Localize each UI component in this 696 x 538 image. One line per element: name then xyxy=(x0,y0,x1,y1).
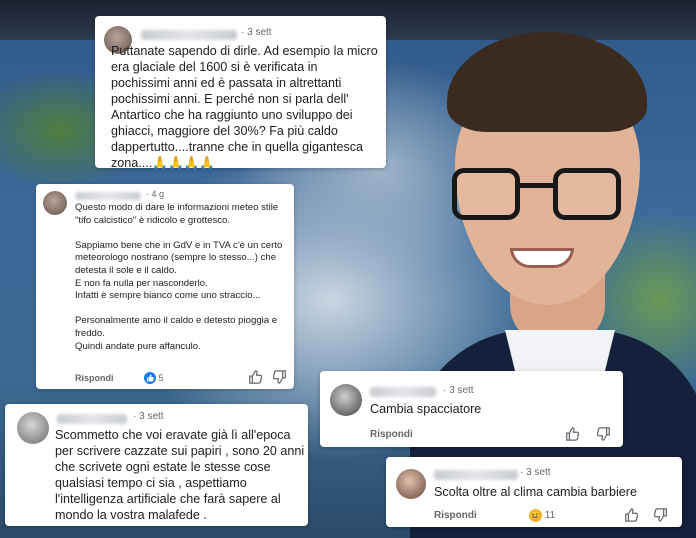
avatar[interactable] xyxy=(43,191,67,215)
comment-card: · 3 sett Cambia spacciatore Rispondi xyxy=(320,371,623,447)
comment-time: · 3 sett xyxy=(241,27,272,38)
glasses-left-lens xyxy=(452,168,520,220)
comment-card: · 3 sett Puttanate sapendo di dirle. Ad … xyxy=(95,16,386,170)
reaction-summary[interactable]: 😆 11 xyxy=(528,509,556,522)
glasses-right-lens xyxy=(553,168,621,220)
comment-text: Scolta oltre al clima cambia barbiere xyxy=(434,485,637,499)
presenter-smile xyxy=(510,248,574,268)
thumbs-up-reaction-icon xyxy=(143,372,156,384)
comment-card: · 4 g Questo modo di dare le informazion… xyxy=(36,184,294,389)
avatar[interactable] xyxy=(17,412,49,444)
comment-time: · 3 sett xyxy=(133,411,164,422)
reaction-count: 11 xyxy=(544,510,556,521)
reaction-summary[interactable]: 5 xyxy=(143,372,164,384)
reaction-count: 5 xyxy=(158,373,164,383)
like-icon[interactable] xyxy=(248,370,263,384)
comment-actions: Rispondi 😆 11 xyxy=(434,509,555,522)
comment-time: · 4 g xyxy=(146,189,165,199)
comment-time: · 3 sett xyxy=(443,385,474,396)
comment-actions: Rispondi xyxy=(370,429,413,440)
avatar[interactable] xyxy=(330,384,362,416)
laughing-reaction-icon: 😆 xyxy=(528,509,542,522)
reply-button[interactable]: Rispondi xyxy=(434,510,477,521)
reply-button[interactable]: Rispondi xyxy=(370,429,413,440)
comment-text: Scommetto che voi eravate già lì all'epo… xyxy=(55,428,305,522)
dislike-icon[interactable] xyxy=(272,370,287,384)
like-icon[interactable] xyxy=(565,427,580,441)
author-name-blurred[interactable] xyxy=(434,470,518,480)
author-name-blurred[interactable] xyxy=(370,387,436,397)
like-icon[interactable] xyxy=(624,508,639,522)
comment-time: · 3 sett xyxy=(520,467,551,478)
comment-text: Cambia spacciatore xyxy=(370,402,482,416)
author-name-blurred[interactable] xyxy=(141,30,237,40)
presenter-hair xyxy=(447,32,647,132)
reply-button[interactable]: Rispondi xyxy=(75,373,114,383)
avatar[interactable] xyxy=(396,469,426,499)
dislike-icon[interactable] xyxy=(653,508,668,522)
author-name-blurred[interactable] xyxy=(57,414,127,424)
comment-text: Questo modo di dare le informazioni mete… xyxy=(75,202,283,352)
comment-actions: Rispondi 5 xyxy=(75,372,164,384)
comment-card: · 3 sett Scolta oltre al clima cambia ba… xyxy=(386,457,682,527)
comment-text: Puttanate sapendo di dirle. Ad esempio l… xyxy=(111,44,378,170)
comment-card: · 3 sett Scommetto che voi eravate già l… xyxy=(5,404,308,526)
author-name-blurred[interactable] xyxy=(75,192,141,200)
glasses-bridge xyxy=(519,183,555,188)
dislike-icon[interactable] xyxy=(596,427,611,441)
